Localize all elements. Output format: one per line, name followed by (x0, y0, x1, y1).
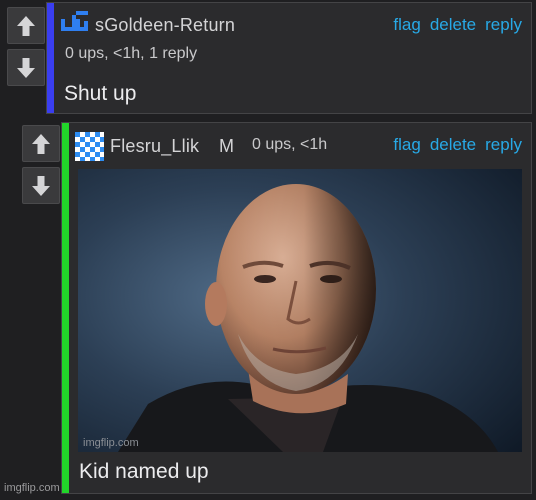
comment-card: sGoldeen-Return flag delete reply 0 ups,… (46, 2, 532, 114)
vote-column (7, 7, 47, 87)
comment-username[interactable]: Flesru_Llik (110, 136, 199, 157)
thread-accent-bar (62, 123, 69, 493)
comment-actions: flag delete reply (393, 135, 522, 155)
thread-accent-bar (47, 3, 54, 113)
comment-body: Kid named up (79, 460, 209, 483)
reply-link[interactable]: reply (485, 15, 522, 35)
page-watermark: imgflip.com (4, 482, 60, 494)
vote-column (22, 125, 62, 205)
image-watermark: imgflip.com (83, 437, 139, 449)
comment-meta: 0 ups, <1h (252, 136, 328, 153)
comment-card: Flesru_Llik M 0 ups, <1h flag delete rep… (61, 122, 532, 494)
portrait-photo (78, 169, 522, 452)
down-arrow-icon (16, 57, 36, 79)
comment-body: Shut up (64, 82, 137, 105)
comment-actions: flag delete reply (393, 15, 522, 35)
reply-link[interactable]: reply (485, 135, 522, 155)
blue-checker-avatar-icon[interactable] (75, 132, 104, 166)
upvote-button[interactable] (7, 7, 45, 44)
downvote-button[interactable] (22, 167, 60, 204)
downvote-button[interactable] (7, 49, 45, 86)
down-arrow-icon (31, 175, 51, 197)
mod-badge: M (219, 136, 234, 156)
flag-link[interactable]: flag (393, 135, 420, 155)
comment-image[interactable]: imgflip.com (78, 169, 522, 452)
comment-meta: 0 ups, <1h, 1 reply (65, 45, 198, 62)
delete-link[interactable]: delete (430, 135, 476, 155)
delete-link[interactable]: delete (430, 15, 476, 35)
comment-thread: sGoldeen-Return flag delete reply 0 ups,… (0, 0, 536, 500)
up-arrow-icon (31, 133, 51, 155)
upvote-button[interactable] (22, 125, 60, 162)
up-arrow-icon (16, 15, 36, 37)
flag-link[interactable]: flag (393, 15, 420, 35)
blue-pixel-logo-icon[interactable] (61, 11, 91, 38)
comment-username[interactable]: sGoldeen-Return (95, 15, 235, 36)
